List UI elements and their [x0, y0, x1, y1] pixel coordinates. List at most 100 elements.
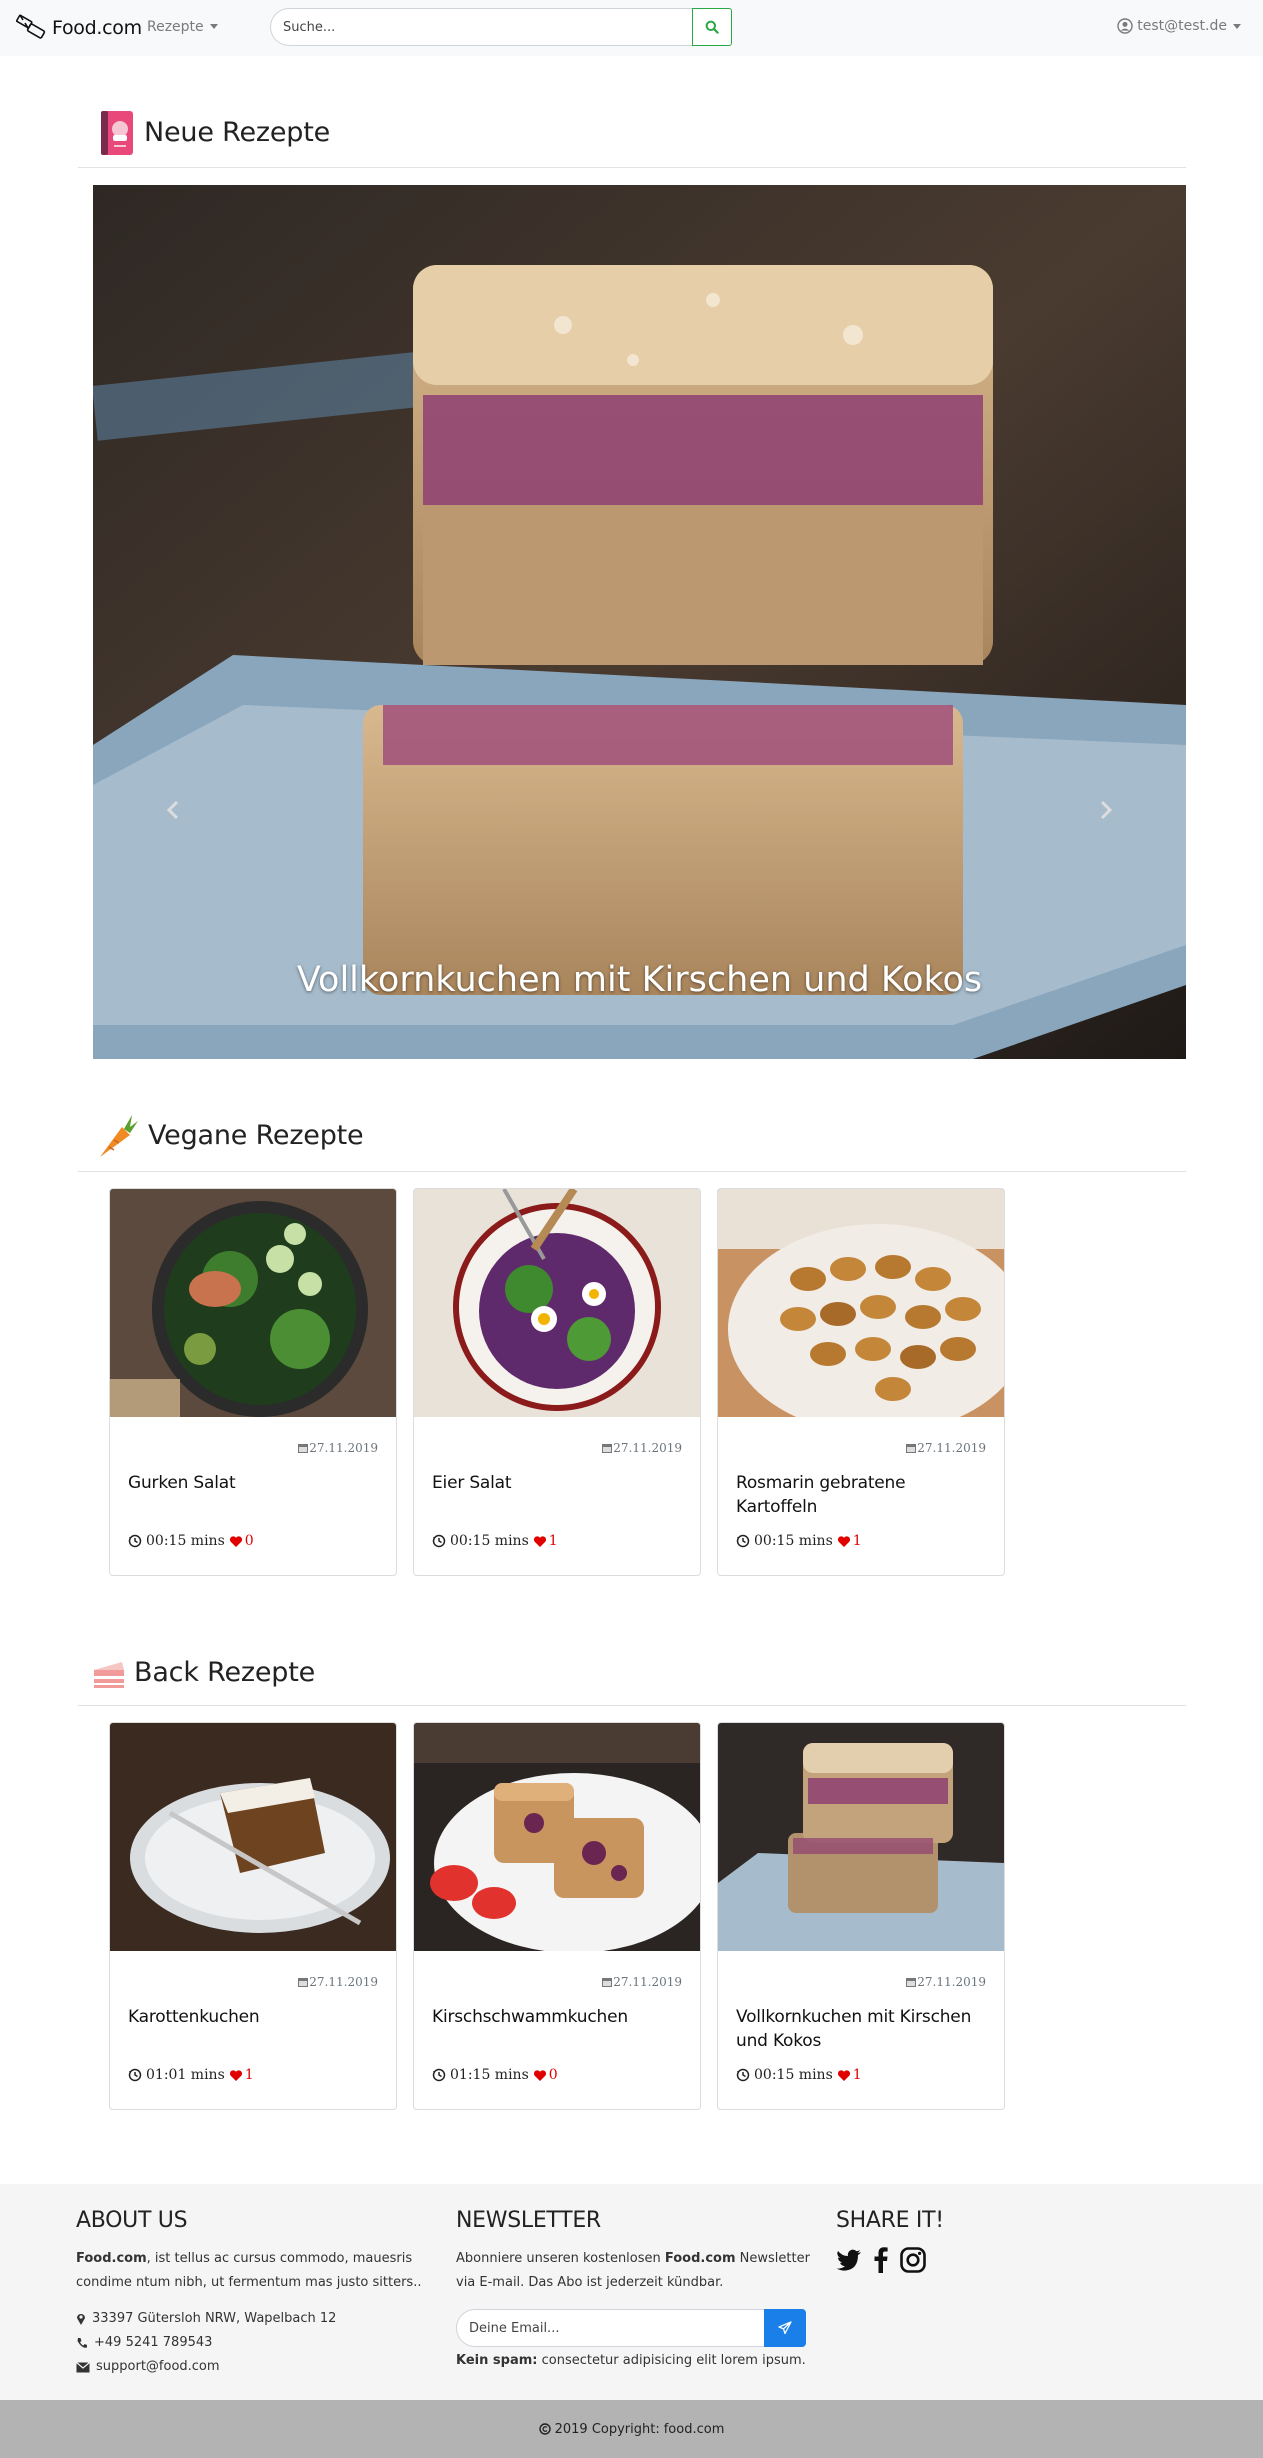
- recipe-meta: 00:15 mins 1: [736, 1533, 862, 1549]
- clock-history-icon: [736, 2068, 750, 2082]
- recipe-date: 27.11.2019: [905, 1975, 986, 1989]
- instagram-link[interactable]: [900, 2247, 926, 2277]
- clock-history-icon: [736, 1534, 750, 1548]
- footer-address: 33397 Gütersloh NRW, Wapelbach 12: [76, 2307, 426, 2331]
- instagram-icon: [900, 2247, 926, 2273]
- recipe-title[interactable]: Kirschschwammkuchen: [432, 2005, 684, 2029]
- calendar-icon: [906, 1978, 917, 1987]
- recipe-title[interactable]: Eier Salat: [432, 1471, 684, 1495]
- calendar-icon: [298, 1444, 309, 1453]
- carousel-next-button[interactable]: [1086, 795, 1126, 825]
- carousel-caption: Vollkornkuchen mit Kirschen und Kokos: [296, 960, 983, 1000]
- recipe-title[interactable]: Gurken Salat: [128, 1471, 380, 1495]
- brand-icon: [16, 14, 46, 39]
- social-links: [836, 2247, 1136, 2277]
- recipe-meta: 00:15 mins 0: [128, 1533, 254, 1549]
- cookbook-icon: [101, 110, 133, 155]
- user-email: test@test.de: [1137, 18, 1227, 34]
- recipe-card[interactable]: 27.11.2019 Eier Salat 00:15 mins 1: [413, 1188, 701, 1576]
- newsletter-title: NEWSLETTER: [456, 2208, 601, 2233]
- heart-icon[interactable]: [837, 2069, 851, 2082]
- recipes-dropdown[interactable]: Rezepte: [147, 19, 218, 35]
- heart-icon[interactable]: [837, 1535, 851, 1548]
- recipe-date: 27.11.2019: [601, 1975, 682, 1989]
- recipes-dropdown-label: Rezepte: [147, 19, 204, 35]
- newsletter-email-input[interactable]: [456, 2309, 764, 2347]
- carrot-icon: [100, 1114, 138, 1157]
- copyright-text: 2019 Copyright:: [554, 2421, 660, 2437]
- recipe-likes: 1: [852, 1533, 862, 1549]
- clock-history-icon: [128, 1534, 142, 1548]
- section-title-bake: Back Rezepte: [134, 1657, 316, 1688]
- chevron-right-icon: [1100, 800, 1113, 820]
- about-title: ABOUT US: [76, 2208, 188, 2233]
- heart-icon[interactable]: [229, 1535, 243, 1548]
- recipe-likes: 0: [548, 2067, 558, 2083]
- calendar-icon: [602, 1978, 613, 1987]
- recipe-time: 00:15 mins: [146, 1533, 225, 1549]
- about-text: Food.com, ist tellus ac cursus commodo, …: [76, 2251, 422, 2290]
- user-dropdown[interactable]: test@test.de: [1117, 18, 1241, 34]
- newsletter-submit-button[interactable]: [764, 2309, 806, 2347]
- heart-icon[interactable]: [229, 2069, 243, 2082]
- footer: ABOUT US Food.com, ist tellus ac cursus …: [0, 2184, 1263, 2400]
- recipe-card[interactable]: 27.11.2019 Rosmarin gebratene Kartoffeln…: [717, 1188, 1005, 1576]
- recipe-date: 27.11.2019: [297, 1441, 378, 1455]
- twitter-icon: [836, 2249, 861, 2271]
- section-title-vegan: Vegane Rezepte: [148, 1120, 364, 1151]
- copyright-link[interactable]: food.com: [664, 2422, 725, 2437]
- facebook-link[interactable]: [874, 2247, 888, 2277]
- recipe-card[interactable]: 27.11.2019 Gurken Salat 00:15 mins 0: [109, 1188, 397, 1576]
- footer-about: ABOUT US Food.com, ist tellus ac cursus …: [76, 2208, 426, 2379]
- recipe-likes: 1: [852, 2067, 862, 2083]
- recipe-time: 01:15 mins: [450, 2067, 529, 2083]
- share-title: SHARE IT!: [836, 2208, 944, 2233]
- recipe-date: 27.11.2019: [297, 1975, 378, 1989]
- recipe-time: 01:01 mins: [146, 2067, 225, 2083]
- copyright-bar: 2019 Copyright: food.com: [0, 2400, 1263, 2458]
- facebook-icon: [874, 2247, 888, 2273]
- brand-link[interactable]: Food.com: [14, 12, 142, 44]
- footer-email[interactable]: support@food.com: [76, 2355, 426, 2379]
- clock-history-icon: [432, 2068, 446, 2082]
- recipe-time: 00:15 mins: [754, 1533, 833, 1549]
- search-input[interactable]: [270, 8, 692, 46]
- envelope-icon: [76, 2361, 90, 2372]
- carousel-prev-button[interactable]: [153, 795, 193, 825]
- section-header-vegan: Vegane Rezepte: [78, 1100, 1186, 1172]
- clock-history-icon: [128, 2068, 142, 2082]
- newsletter-text: Abonniere unseren kostenlosen Food.com N…: [456, 2251, 810, 2290]
- recipe-title[interactable]: Vollkornkuchen mit Kirschen und Kokos: [736, 2005, 988, 2053]
- cake-icon: [94, 1661, 124, 1688]
- heart-icon[interactable]: [533, 1535, 547, 1548]
- recipe-title[interactable]: Karottenkuchen: [128, 2005, 380, 2029]
- search-form: [270, 8, 732, 46]
- newsletter-form: [456, 2309, 816, 2347]
- recipe-likes: 0: [244, 1533, 254, 1549]
- calendar-icon: [906, 1444, 917, 1453]
- recipe-meta: 01:15 mins 0: [432, 2067, 558, 2083]
- recipe-meta: 00:15 mins 1: [432, 1533, 558, 1549]
- recipe-card[interactable]: 27.11.2019 Kirschschwammkuchen 01:15 min…: [413, 1722, 701, 2110]
- recipe-card[interactable]: 27.11.2019 Vollkornkuchen mit Kirschen u…: [717, 1722, 1005, 2110]
- spam-note: Kein spam: consectetur adipisicing elit …: [456, 2353, 806, 2368]
- recipe-meta: 01:01 mins 1: [128, 2067, 254, 2083]
- recipe-likes: 1: [548, 1533, 558, 1549]
- recipe-image: [414, 1189, 700, 1417]
- user-circle-icon: [1117, 18, 1133, 34]
- search-button[interactable]: [692, 8, 732, 46]
- phone-icon: [77, 2338, 87, 2348]
- heart-icon[interactable]: [533, 2069, 547, 2082]
- recipe-meta: 00:15 mins 1: [736, 2067, 862, 2083]
- brand-name: Food.com: [52, 17, 142, 39]
- recipe-carousel[interactable]: [93, 185, 1186, 1059]
- recipe-title[interactable]: Rosmarin gebratene Kartoffeln: [736, 1471, 988, 1519]
- chevron-left-icon: [166, 800, 179, 820]
- recipe-image: [110, 1723, 396, 1951]
- section-title-new: Neue Rezepte: [144, 117, 330, 148]
- twitter-link[interactable]: [836, 2249, 862, 2275]
- recipe-image: [414, 1723, 700, 1951]
- map-marker-icon: [77, 2314, 85, 2325]
- recipe-card[interactable]: 27.11.2019 Karottenkuchen 01:01 mins 1: [109, 1722, 397, 2110]
- clock-history-icon: [432, 1534, 446, 1548]
